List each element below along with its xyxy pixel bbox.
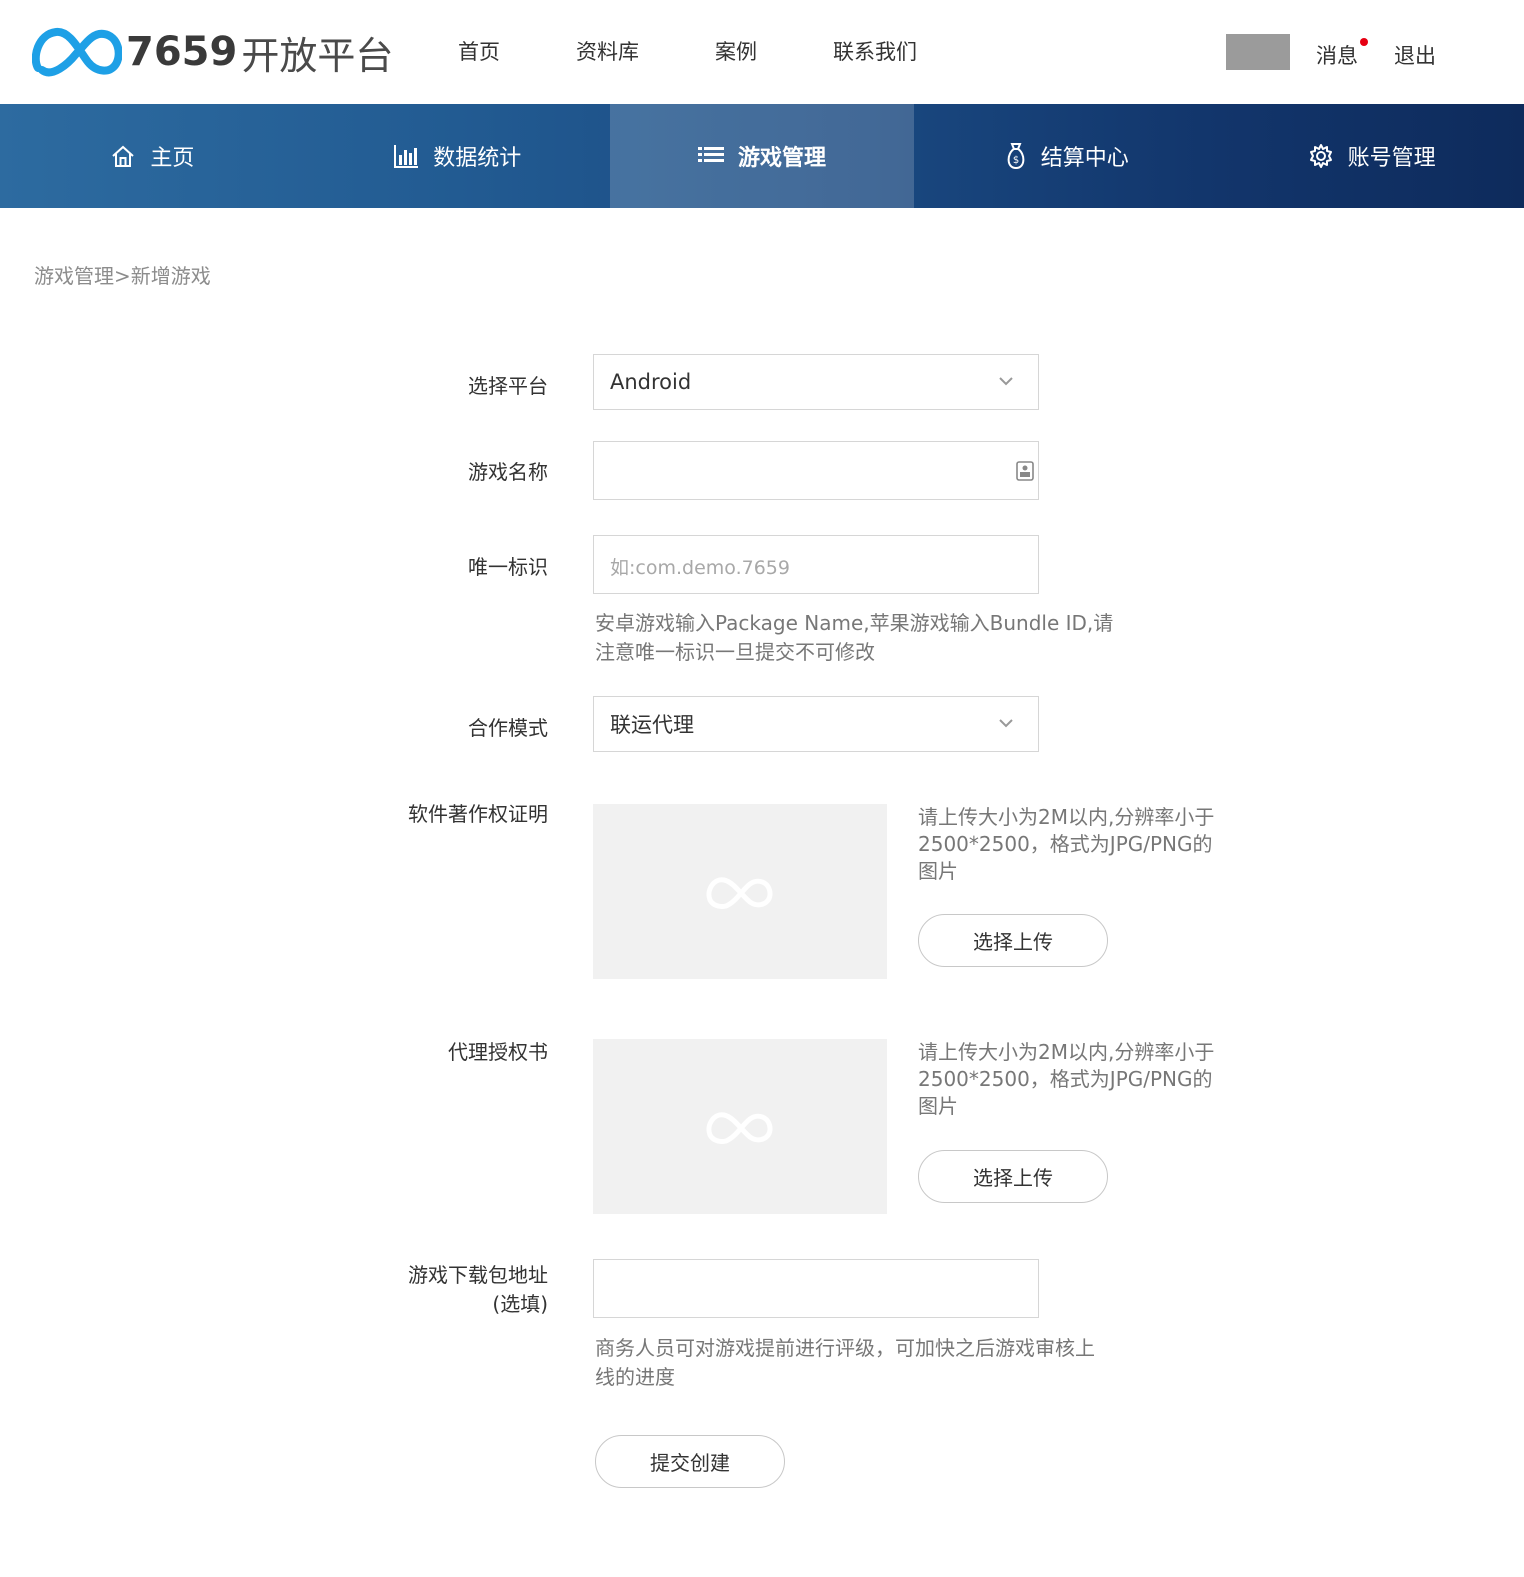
top-bar: 7659 开放平台 首页 资料库 案例 联系我们 消息 退出 (0, 0, 1524, 104)
logo-number: 7659 (126, 29, 238, 75)
topnav-contact[interactable]: 联系我们 (833, 36, 917, 66)
hint-line: 商务人员可对游戏提前进行评级，可加快之后游戏审核上 (595, 1336, 1095, 1360)
copyright-upload-button[interactable]: 选择上传 (918, 914, 1108, 967)
money-bag-icon: $ (1007, 143, 1025, 170)
brand-logo[interactable]: 7659 开放平台 (32, 24, 393, 80)
unique-id-label: 唯一标识 (468, 555, 548, 579)
mainnav-label: 游戏管理 (737, 146, 826, 171)
hint-line: 2500*2500，格式为JPG/PNG的 (918, 1067, 1213, 1091)
label-line: (选填) (492, 1292, 548, 1316)
platform-select[interactable]: Android (593, 354, 1039, 410)
label-line: 游戏下载包地址 (408, 1263, 548, 1287)
chevron-down-icon (999, 377, 1013, 386)
bar-chart-icon (394, 145, 419, 168)
contact-card-icon (1016, 461, 1034, 481)
copyright-image-placeholder[interactable] (593, 804, 887, 979)
main-nav: 主页 数据统计 游戏管理 $ 结算中心 账号管理 (0, 104, 1524, 208)
hint-line: 请上传大小为2M以内,分辨率小于 (918, 805, 1215, 829)
mainnav-label: 主页 (150, 146, 195, 171)
breadcrumb[interactable]: 游戏管理>新增游戏 (34, 260, 211, 289)
mainnav-game-management[interactable]: 游戏管理 (609, 104, 915, 208)
unique-id-input[interactable]: 如:com.demo.7659 (593, 535, 1039, 594)
topnav-cases[interactable]: 案例 (715, 36, 757, 66)
infinity-placeholder-icon (706, 876, 773, 909)
mainnav-stats[interactable]: 数据统计 (305, 104, 610, 208)
mainnav-account[interactable]: 账号管理 (1219, 104, 1524, 208)
mainnav-label: 结算中心 (1040, 146, 1129, 171)
platform-value: Android (610, 370, 692, 394)
hint-line: 注意唯一标识一旦提交不可修改 (595, 640, 875, 664)
hint-line: 2500*2500，格式为JPG/PNG的 (918, 832, 1213, 856)
game-name-input[interactable] (593, 441, 1039, 500)
logout-link[interactable]: 退出 (1394, 40, 1436, 70)
submit-create-button[interactable]: 提交创建 (595, 1435, 785, 1488)
unique-id-hint: 安卓游戏输入Package Name,苹果游戏输入Bundle ID,请 注意唯… (595, 609, 1135, 667)
top-nav: 首页 资料库 案例 联系我们 (458, 36, 993, 66)
copyright-label: 软件著作权证明 (408, 802, 548, 826)
hint-line: 安卓游戏输入Package Name,苹果游戏输入Bundle ID,请 (595, 611, 1114, 635)
download-url-input[interactable] (593, 1259, 1039, 1318)
coop-mode-value: 联运代理 (610, 713, 694, 737)
platform-label: 选择平台 (468, 374, 548, 398)
infinity-placeholder-icon (706, 1111, 773, 1144)
copyright-hint: 请上传大小为2M以内,分辨率小于 2500*2500，格式为JPG/PNG的 图… (918, 804, 1238, 885)
list-icon (697, 147, 724, 162)
mainnav-label: 账号管理 (1347, 146, 1436, 171)
mainnav-label: 数据统计 (433, 146, 522, 171)
coop-mode-select[interactable]: 联运代理 (593, 696, 1039, 752)
logo-text: 开放平台 (241, 33, 394, 78)
download-url-hint: 商务人员可对游戏提前进行评级，可加快之后游戏审核上 线的进度 (595, 1334, 1135, 1392)
authorization-upload-button[interactable]: 选择上传 (918, 1150, 1108, 1203)
hint-line: 图片 (918, 859, 958, 883)
chevron-down-icon (999, 719, 1013, 728)
coop-mode-label: 合作模式 (468, 716, 548, 740)
authorization-image-placeholder[interactable] (593, 1039, 887, 1214)
unique-id-placeholder: 如:com.demo.7659 (610, 557, 790, 579)
gear-icon (1309, 144, 1332, 168)
messages-link[interactable]: 消息 (1316, 40, 1358, 70)
hint-line: 线的进度 (595, 1365, 675, 1389)
avatar[interactable] (1226, 34, 1290, 70)
home-icon (112, 145, 135, 167)
authorization-hint: 请上传大小为2M以内,分辨率小于 2500*2500，格式为JPG/PNG的 图… (918, 1039, 1238, 1120)
svg-text:$: $ (1013, 155, 1019, 166)
notification-dot (1360, 38, 1368, 46)
game-name-label: 游戏名称 (468, 460, 548, 484)
topnav-library[interactable]: 资料库 (576, 36, 639, 66)
hint-line: 请上传大小为2M以内,分辨率小于 (918, 1040, 1215, 1064)
download-url-label: 游戏下载包地址 (选填) (248, 1261, 548, 1319)
infinity-logo-icon (32, 28, 122, 77)
mainnav-home[interactable]: 主页 (0, 104, 305, 208)
authorization-label: 代理授权书 (448, 1040, 548, 1064)
topnav-home[interactable]: 首页 (458, 36, 500, 66)
hint-line: 图片 (918, 1094, 958, 1118)
mainnav-settlement[interactable]: $ 结算中心 (914, 104, 1219, 208)
